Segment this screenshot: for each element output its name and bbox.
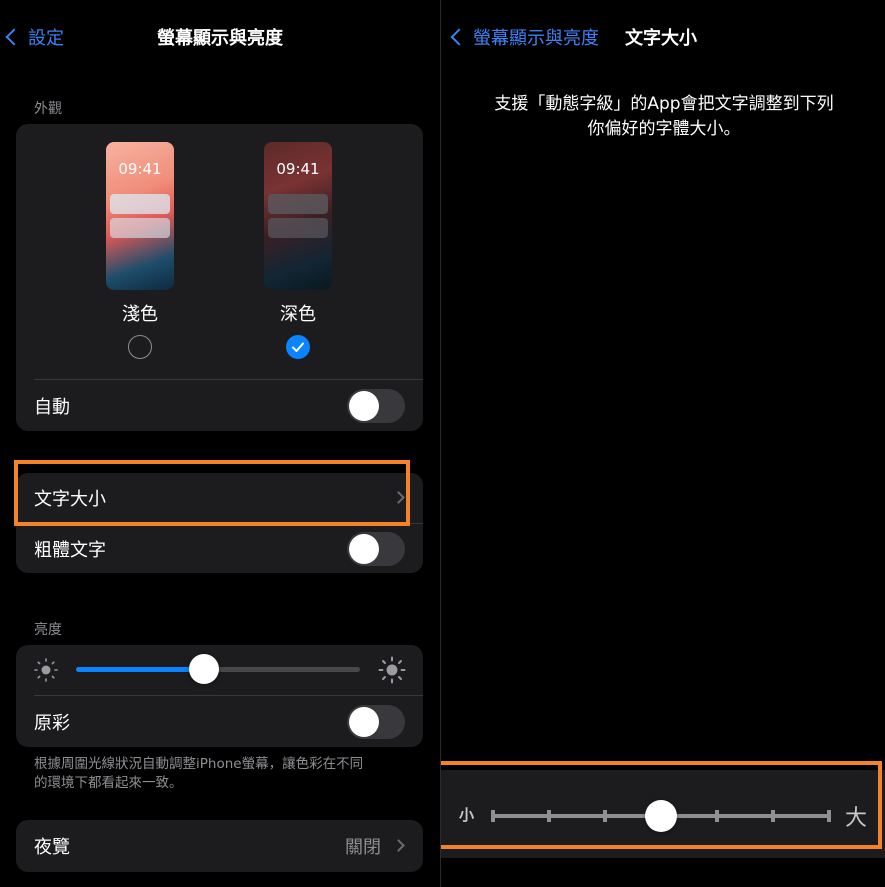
true-tone-label: 原彩 bbox=[34, 712, 70, 734]
toggle-knob bbox=[349, 390, 379, 421]
back-to-display-button[interactable]: 螢幕顯示與亮度 bbox=[450, 24, 599, 50]
brightness-fill bbox=[76, 667, 204, 672]
night-shift-row[interactable]: 夜覽 關閉 bbox=[16, 820, 423, 872]
night-shift-card: 夜覽 關閉 bbox=[16, 820, 423, 872]
appearance-card: 09:41 淺色 09:41 深色 自動 bbox=[16, 124, 423, 431]
light-preview-time: 09:41 bbox=[118, 160, 162, 178]
auto-toggle[interactable] bbox=[347, 388, 405, 423]
brightness-slider[interactable] bbox=[76, 654, 360, 684]
chevron-right-icon bbox=[392, 839, 405, 852]
dark-mode-preview[interactable]: 09:41 bbox=[264, 142, 332, 290]
chevron-left-icon bbox=[450, 28, 468, 46]
checkmark-icon bbox=[292, 342, 304, 352]
display-brightness-panel: 設定 螢幕顯示與亮度 外觀 09:41 淺色 09:41 深色 自動 文字大小 … bbox=[0, 0, 440, 887]
dark-preview-time: 09:41 bbox=[276, 160, 320, 178]
toggle-knob bbox=[349, 533, 379, 564]
true-tone-footnote: 根據周圍光線狀況自動調整iPhone螢幕，讓色彩在不同的環境下都看起來一致。 bbox=[34, 756, 364, 791]
light-preview-widget bbox=[110, 218, 170, 238]
dark-mode-label: 深色 bbox=[280, 304, 316, 325]
page-title: 螢幕顯示與亮度 bbox=[157, 28, 283, 49]
bold-text-row: 粗體文字 bbox=[16, 524, 423, 573]
sun-small-icon bbox=[34, 658, 58, 682]
dark-mode-radio[interactable] bbox=[286, 335, 310, 359]
text-size-description: 支援「動態字級」的App會把文字調整到下列你偏好的字體大小。 bbox=[494, 94, 834, 139]
true-tone-toggle[interactable] bbox=[347, 704, 405, 739]
brightness-card: 原彩 bbox=[16, 645, 423, 747]
sun-large-icon bbox=[378, 656, 406, 684]
appearance-section-label: 外觀 bbox=[34, 101, 62, 117]
auto-label: 自動 bbox=[34, 396, 70, 418]
light-preview-widget bbox=[110, 194, 170, 214]
back-label: 螢幕顯示與亮度 bbox=[473, 28, 599, 49]
brightness-section-label: 亮度 bbox=[34, 622, 62, 638]
text-size-panel: 螢幕顯示與亮度 文字大小 支援「動態字級」的App會把文字調整到下列你偏好的字體… bbox=[441, 0, 885, 887]
night-shift-value: 關閉 bbox=[345, 837, 381, 858]
text-size-slider-highlight bbox=[441, 761, 882, 849]
bold-text-label: 粗體文字 bbox=[34, 539, 106, 561]
text-size-highlight bbox=[14, 460, 410, 526]
true-tone-row: 原彩 bbox=[16, 696, 423, 747]
page-title: 文字大小 bbox=[625, 28, 697, 49]
dark-preview-widget bbox=[268, 218, 328, 238]
toggle-knob bbox=[349, 706, 379, 737]
light-mode-radio[interactable] bbox=[128, 335, 152, 359]
light-mode-preview[interactable]: 09:41 bbox=[106, 142, 174, 290]
night-shift-label: 夜覽 bbox=[34, 837, 70, 858]
light-mode-label: 淺色 bbox=[122, 304, 158, 325]
dark-preview-widget bbox=[268, 194, 328, 214]
bold-text-toggle[interactable] bbox=[347, 531, 405, 566]
auto-appearance-row: 自動 bbox=[16, 380, 423, 431]
brightness-thumb[interactable] bbox=[188, 654, 219, 684]
